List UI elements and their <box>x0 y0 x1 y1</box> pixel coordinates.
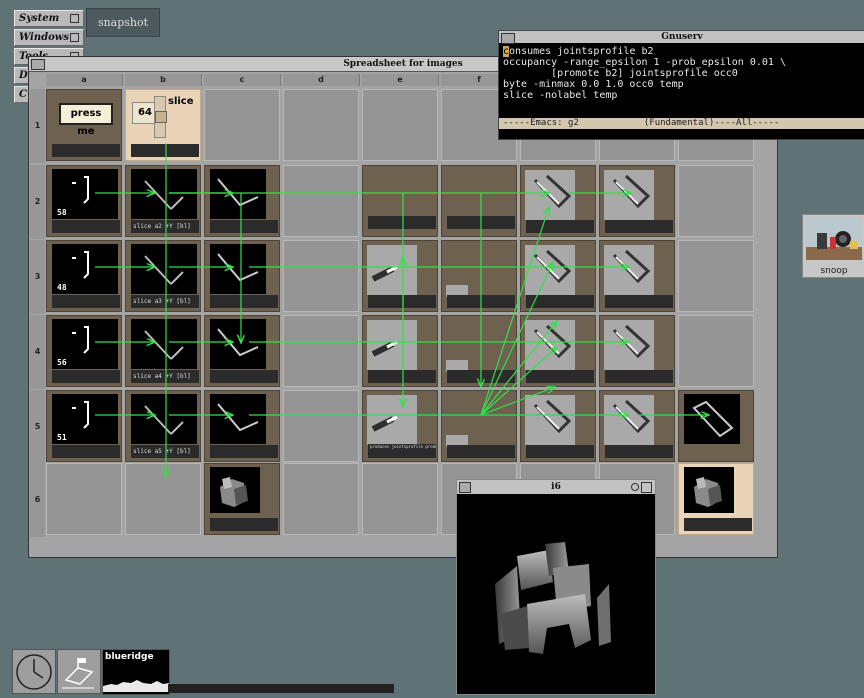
buffer-line-1: onsumes jointsprofile b2 <box>509 46 654 57</box>
menu-system-marker-icon <box>70 14 79 23</box>
load-graph-icon <box>103 680 169 692</box>
menu-windows-label: Windows <box>19 32 70 43</box>
buffer-line-5: slice -nolabel temp <box>503 90 618 101</box>
menu-system[interactable]: System <box>14 10 84 27</box>
clock-icon[interactable] <box>12 649 56 694</box>
taskbar-strip <box>168 684 394 693</box>
i6-maximize-icon[interactable] <box>641 482 652 493</box>
i6-window: i6 <box>456 479 656 695</box>
gnuserv-window: Gnuserv consumes jointsprofile b2 occupa… <box>498 30 864 140</box>
menu-c-label: C <box>19 89 27 100</box>
snoop-thumbnail-icon <box>806 218 862 260</box>
clock-face-icon <box>16 654 52 690</box>
snoop-icon-window[interactable]: snoop <box>802 214 864 278</box>
i6-menu-button[interactable] <box>459 482 471 493</box>
i6-title: i6 <box>551 482 561 492</box>
blueridge-load-monitor[interactable]: blueridge <box>102 649 170 695</box>
menu-system-label: System <box>19 13 60 24</box>
buffer-line-2: occupancy -range_epsilon 1 -prob_epsilon… <box>503 57 786 68</box>
emacs-modeline: -----Emacs: g2 (Fundamental)----All----- <box>499 118 864 129</box>
i6-render-icon <box>495 542 611 654</box>
i6-titlebar[interactable]: i6 <box>457 480 655 494</box>
gnuserv-title: Gnuserv <box>661 32 703 42</box>
mailbox-shape-icon <box>62 658 94 689</box>
buffer-line-3: [promote b2] jointsprofile occ0 <box>503 68 738 79</box>
buffer-line-4: byte -minmax 0.0 1.0 occ0 temp <box>503 79 684 90</box>
blueridge-label: blueridge <box>105 652 154 662</box>
emacs-buffer[interactable]: consumes jointsprofile b2 occupancy -ran… <box>499 43 864 104</box>
i6-iconify-icon[interactable] <box>631 483 639 491</box>
menu-windows-marker-icon <box>70 33 79 42</box>
snoop-label: snoop <box>820 266 848 276</box>
menu-d-label: D <box>19 70 28 81</box>
mailbox-icon[interactable] <box>57 649 101 694</box>
snapshot-button[interactable]: snapshot <box>86 8 160 37</box>
gnuserv-titlebar[interactable]: Gnuserv <box>499 31 864 44</box>
menu-windows[interactable]: Windows <box>14 29 84 46</box>
gnuserv-menu-button[interactable] <box>501 33 515 44</box>
